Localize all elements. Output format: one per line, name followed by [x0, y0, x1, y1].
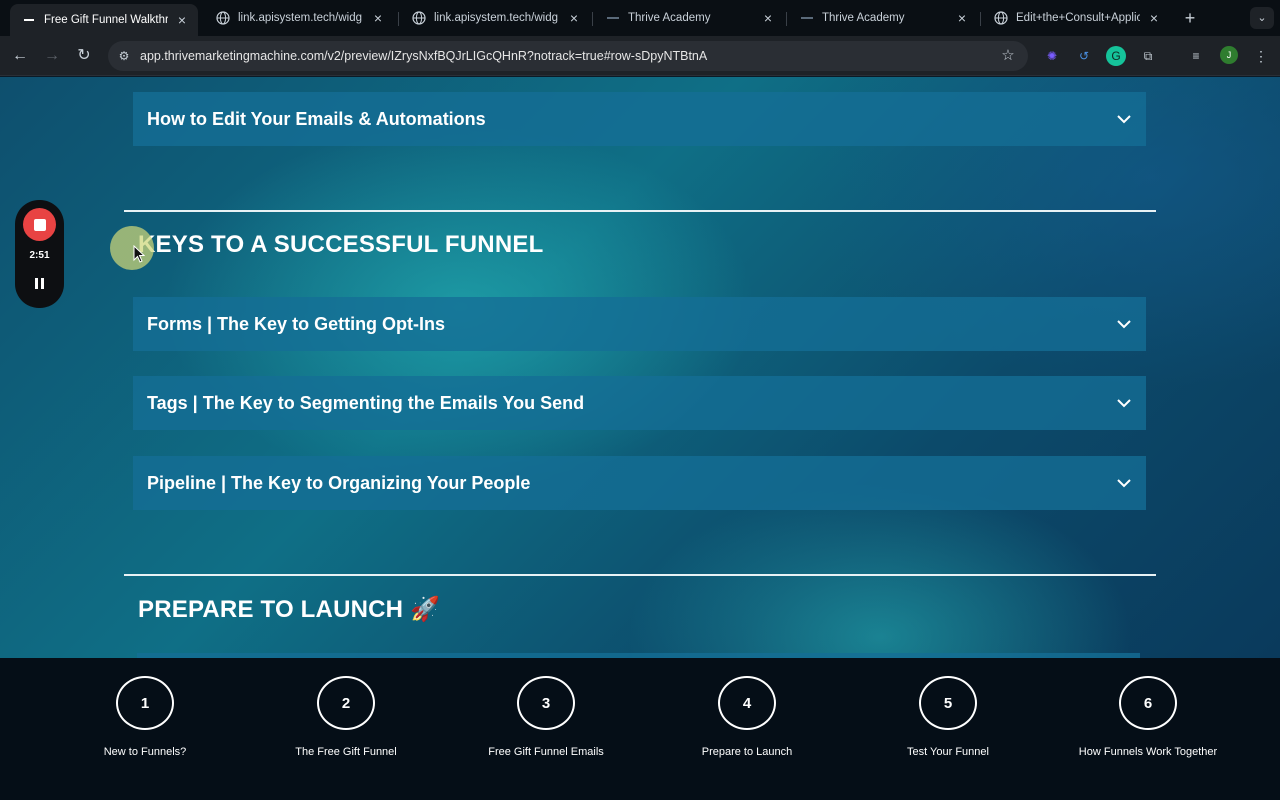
extension-sparkle-icon[interactable]: ✺	[1042, 46, 1062, 66]
step-label: New to Funnels?	[103, 746, 187, 758]
tab-separator	[980, 12, 981, 26]
reload-icon: ↻	[77, 47, 91, 64]
reload-button[interactable]: ↻	[72, 44, 96, 68]
recording-timer: 2:51	[29, 250, 50, 261]
tab-separator	[592, 12, 593, 26]
dash-icon	[800, 11, 814, 25]
step-label: How Funnels Work Together	[1078, 746, 1218, 758]
browser-tab-strip: Free Gift Funnel Walkthro × link.apisyst…	[0, 0, 1280, 36]
step-label: Free Gift Funnel Emails	[488, 746, 604, 758]
url-text[interactable]: app.thrivemarketingmachine.com/v2/previe…	[140, 41, 707, 71]
back-button[interactable]: ←	[8, 44, 32, 68]
bookmark-star-icon[interactable]: ☆	[998, 46, 1018, 66]
tab-free-gift-funnel[interactable]: Free Gift Funnel Walkthro ×	[10, 4, 198, 36]
arrow-right-icon: →	[44, 47, 60, 64]
accordion-pipeline[interactable]: Pipeline | The Key to Organizing Your Pe…	[133, 456, 1146, 510]
tab-title: Thrive Academy	[628, 12, 711, 24]
step-4[interactable]: 4 Prepare to Launch	[647, 676, 847, 758]
accordion-tags[interactable]: Tags | The Key to Segmenting the Emails …	[133, 376, 1146, 430]
tab-thrive-academy-2[interactable]: Thrive Academy ×	[788, 4, 978, 32]
address-bar[interactable]: ⚙ app.thrivemarketingmachine.com/v2/prev…	[108, 41, 1028, 71]
browser-toolbar: ← → ↻ ⚙ app.thrivemarketingmachine.com/v…	[0, 36, 1280, 76]
close-icon[interactable]: ×	[566, 10, 582, 26]
globe-icon	[216, 11, 230, 25]
accordion-edit-emails[interactable]: How to Edit Your Emails & Automations	[133, 92, 1146, 146]
tab-apisystem-2[interactable]: link.apisystem.tech/widg ×	[400, 4, 590, 32]
page-content: How to Edit Your Emails & Automations KE…	[0, 77, 1280, 658]
close-icon[interactable]: ×	[174, 12, 190, 28]
section-divider	[124, 210, 1156, 212]
accordion-forms[interactable]: Forms | The Key to Getting Opt-Ins	[133, 297, 1146, 351]
section-title-keys: KEYS TO A SUCCESSFUL FUNNEL	[138, 231, 544, 258]
mouse-pointer-icon	[133, 245, 145, 263]
section-divider	[124, 574, 1156, 576]
step-number: 3	[517, 676, 575, 730]
step-number: 4	[718, 676, 776, 730]
chevron-down-icon: ⌄	[1257, 12, 1267, 24]
browser-menu-icon[interactable]: ⋮	[1252, 45, 1270, 67]
step-label: The Free Gift Funnel	[295, 746, 397, 758]
step-label: Prepare to Launch	[701, 746, 793, 758]
step-1[interactable]: 1 New to Funnels?	[45, 676, 245, 758]
new-tab-button[interactable]: +	[1180, 8, 1200, 28]
cursor-highlight	[110, 226, 154, 270]
step-navigation: 1 New to Funnels? 2 The Free Gift Funnel…	[0, 658, 1280, 800]
step-label: Test Your Funnel	[907, 746, 989, 758]
tab-separator	[786, 12, 787, 26]
arrow-left-icon: ←	[12, 47, 28, 64]
tab-thrive-academy-1[interactable]: Thrive Academy ×	[594, 4, 784, 32]
step-3[interactable]: 3 Free Gift Funnel Emails	[446, 676, 646, 758]
screen-recorder-widget: 2:51	[15, 200, 64, 308]
step-number: 6	[1119, 676, 1177, 730]
reading-list-icon[interactable]: ≡	[1186, 46, 1206, 66]
dash-icon	[606, 11, 620, 25]
chevron-down-icon	[1116, 316, 1132, 332]
dash-icon	[22, 13, 36, 27]
step-number: 5	[919, 676, 977, 730]
tab-title: link.apisystem.tech/widg	[238, 12, 362, 24]
section-title-launch: PREPARE TO LAUNCH 🚀	[138, 596, 441, 623]
site-settings-icon[interactable]: ⚙	[116, 48, 132, 64]
tab-separator	[398, 12, 399, 26]
tab-title: Free Gift Funnel Walkthro	[44, 14, 168, 26]
close-icon[interactable]: ×	[954, 10, 970, 26]
pause-icon[interactable]	[31, 276, 48, 292]
globe-icon	[994, 11, 1008, 25]
close-icon[interactable]: ×	[1146, 10, 1162, 26]
step-2[interactable]: 2 The Free Gift Funnel	[246, 676, 446, 758]
stop-icon	[33, 218, 46, 231]
tab-title: Edit+the+Consult+Applic	[1016, 12, 1140, 24]
grammarly-icon[interactable]: G	[1106, 46, 1126, 66]
step-number: 2	[317, 676, 375, 730]
tab-edit-consult[interactable]: Edit+the+Consult+Applic ×	[982, 4, 1170, 32]
chevron-down-icon	[1116, 475, 1132, 491]
chevron-down-icon	[1116, 395, 1132, 411]
extension-loop-icon[interactable]: ↺	[1074, 46, 1094, 66]
chevron-down-icon	[1116, 111, 1132, 127]
accordion-label: Tags | The Key to Segmenting the Emails …	[147, 392, 585, 413]
extensions-puzzle-icon[interactable]: ⧉	[1138, 46, 1158, 66]
accordion-label: Pipeline | The Key to Organizing Your Pe…	[147, 472, 531, 493]
tab-apisystem-1[interactable]: link.apisystem.tech/widg ×	[204, 4, 394, 32]
close-icon[interactable]: ×	[760, 10, 776, 26]
profile-avatar[interactable]: J	[1220, 46, 1238, 64]
tab-title: link.apisystem.tech/widg	[434, 12, 558, 24]
accordion-label: How to Edit Your Emails & Automations	[147, 108, 486, 129]
step-number: 1	[116, 676, 174, 730]
step-5[interactable]: 5 Test Your Funnel	[848, 676, 1048, 758]
stop-recording-button[interactable]	[23, 208, 56, 241]
globe-icon	[412, 11, 426, 25]
close-icon[interactable]: ×	[370, 10, 386, 26]
step-6[interactable]: 6 How Funnels Work Together	[1048, 676, 1248, 758]
tab-title: Thrive Academy	[822, 12, 905, 24]
accordion-label: Forms | The Key to Getting Opt-Ins	[147, 313, 446, 334]
forward-button[interactable]: →	[40, 44, 64, 68]
tab-search-button[interactable]: ⌄	[1250, 7, 1274, 29]
